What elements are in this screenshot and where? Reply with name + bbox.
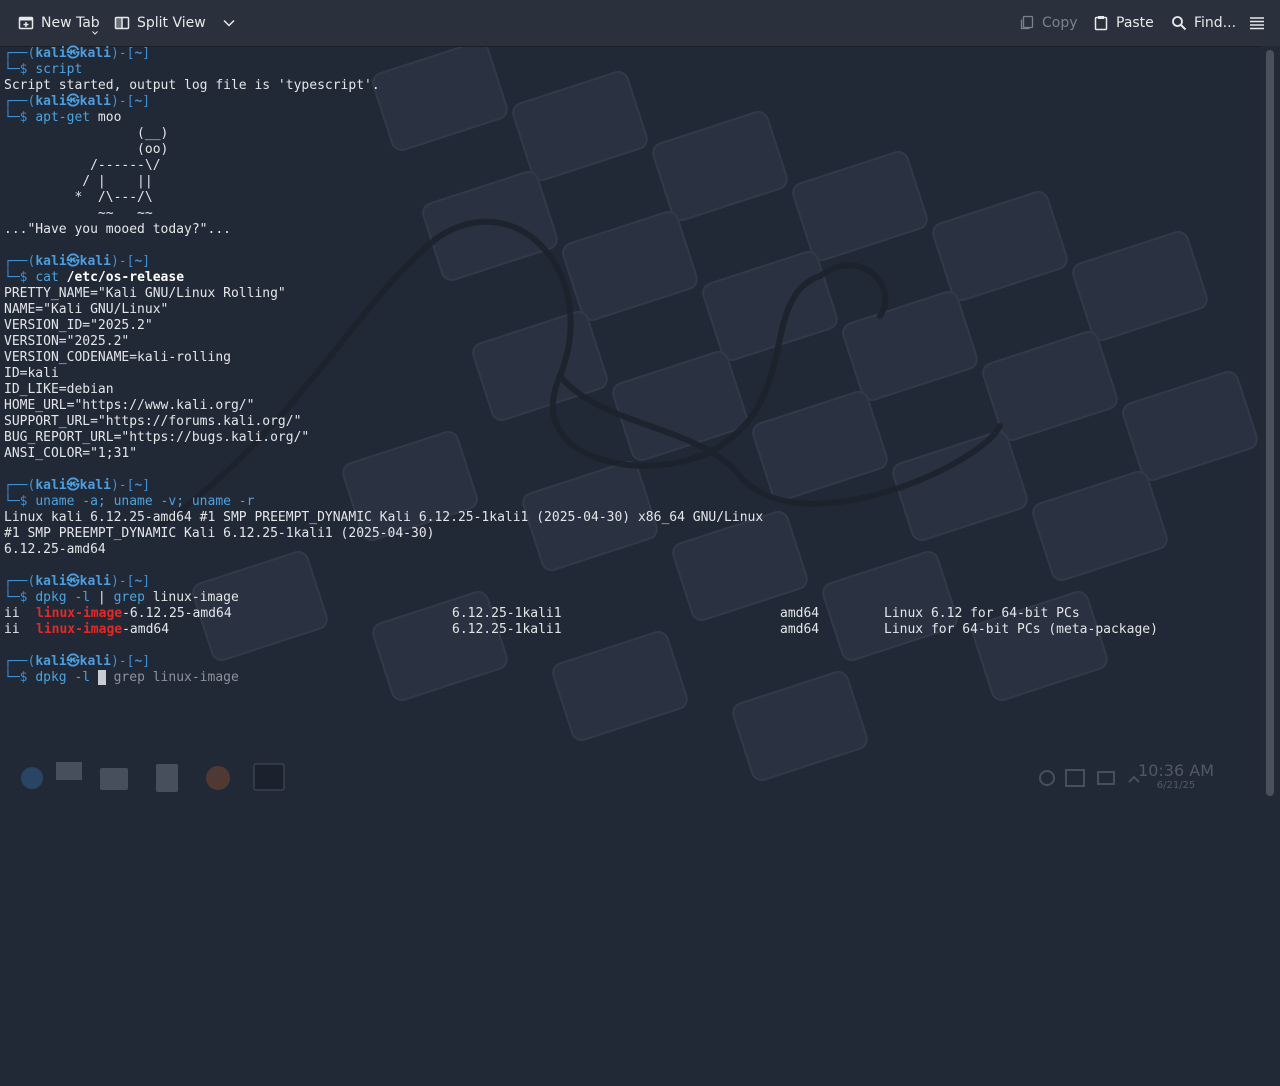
prompt-line: ┌──(kali㉿kali)-[~] — [4, 94, 151, 109]
output-line: NAME="Kali GNU/Linux" — [4, 302, 169, 317]
output-line: VERSION_CODENAME=kali-rolling — [4, 350, 231, 365]
command-line: └─$ dpkg -l | grep linux-image — [4, 590, 239, 605]
output-line: Script started, output log file is 'type… — [4, 78, 380, 93]
output-line: ~~ ~~ — [4, 206, 153, 221]
new-tab-icon — [18, 16, 34, 30]
hamburger-menu-icon — [1250, 17, 1264, 30]
chevron-down-icon[interactable] — [223, 19, 235, 27]
command-line: └─$ script — [4, 62, 83, 77]
editor-icon — [156, 764, 178, 792]
menu-button[interactable] — [1249, 0, 1265, 46]
split-view-icon — [114, 16, 130, 30]
output-line: PRETTY_NAME="Kali GNU/Linux Rolling" — [4, 286, 286, 301]
clock-date: 6/21/25 — [1156, 780, 1196, 791]
new-tab-button[interactable]: New Tab — [18, 0, 100, 46]
package-name: linux-image-6.12.25-amd64 — [36, 606, 232, 621]
window-icon — [1097, 771, 1115, 785]
find-label: Find... — [1194, 15, 1237, 31]
kali-menu-icon — [21, 767, 43, 789]
paste-label: Paste — [1116, 15, 1154, 31]
split-view-button[interactable]: Split View — [114, 0, 235, 46]
prompt-line: ┌──(kali㉿kali)-[~] — [4, 478, 151, 493]
clock-time: 10:36 AM — [1138, 761, 1214, 780]
command-line: └─$ cat /etc/os-release — [4, 270, 185, 285]
output-line: * /\---/\ — [4, 190, 153, 205]
prompt-line: ┌──(kali㉿kali)-[~] — [4, 254, 151, 269]
output-line: ANSI_COLOR="1;31" — [4, 446, 138, 461]
find-button[interactable]: Find... — [1171, 0, 1236, 46]
package-description: Linux for 64-bit PCs (meta-package) — [884, 622, 1158, 637]
copy-icon — [1020, 15, 1034, 30]
package-description: Linux 6.12 for 64-bit PCs — [884, 606, 1080, 621]
taskbar-background: 10:36 AM 6/21/25 — [0, 758, 1260, 800]
output-line: Linux kali 6.12.25-amd64 #1 SMP PREEMPT_… — [4, 510, 764, 525]
package-version: 6.12.25-1kali1 — [452, 622, 562, 637]
package-version: 6.12.25-1kali1 — [452, 606, 562, 621]
prompt-line: ┌──(kali㉿kali)-[~] — [4, 574, 151, 589]
taskbar-clock: 10:36 AM 6/21/25 — [1138, 762, 1214, 792]
display-icon — [1065, 769, 1085, 787]
output-line: ..."Have you mooed today?"... — [4, 222, 231, 237]
folder-icon — [100, 768, 128, 790]
output-line: ID_LIKE=debian — [4, 382, 114, 397]
paste-icon — [1094, 16, 1108, 31]
chevron-down-icon — [92, 31, 98, 35]
package-status: ii — [4, 622, 20, 637]
table-row: ii linux-image-amd64 6.12.25-1kali1 amd6… — [0, 622, 1260, 1006]
paste-button[interactable]: Paste — [1093, 0, 1154, 46]
copy-button[interactable]: Copy — [1019, 0, 1078, 46]
package-status: ii — [4, 606, 20, 621]
current-command-line[interactable]: └─$ dpkg -l | grep linux-image — [4, 670, 239, 686]
prompt-line: ┌──(kali㉿kali)-[~] — [4, 46, 151, 61]
output-line: BUG_REPORT_URL="https://bugs.kali.org/" — [4, 430, 310, 445]
output-line: SUPPORT_URL="https://forums.kali.org/" — [4, 414, 302, 429]
command-line: └─$ apt-get moo — [4, 110, 122, 125]
package-arch: amd64 — [780, 622, 820, 637]
new-tab-label: New Tab — [41, 15, 100, 31]
prompt-line: ┌──(kali㉿kali)-[~] — [4, 654, 151, 669]
command-line: └─$ uname -a; uname -v; uname -r — [4, 494, 255, 509]
firefox-icon — [206, 766, 230, 790]
output-line: HOME_URL="https://www.kali.org/" — [4, 398, 255, 413]
search-icon — [1172, 16, 1187, 31]
text-cursor: | — [97, 670, 106, 685]
scrollbar-thumb[interactable] — [1266, 50, 1274, 796]
output-line: / | || — [4, 174, 153, 189]
output-line: 6.12.25-amd64 — [4, 542, 106, 557]
output-line: VERSION_ID="2025.2" — [4, 318, 153, 333]
terminal-icon — [253, 763, 285, 791]
output-line: VERSION="2025.2" — [4, 334, 130, 349]
copy-label: Copy — [1042, 15, 1078, 31]
settings-icon — [1039, 770, 1055, 786]
output-line: (oo) — [4, 142, 169, 157]
split-view-label: Split View — [137, 15, 206, 31]
output-line: /------\/ — [4, 158, 161, 173]
output-line: ID=kali — [4, 366, 59, 381]
package-arch: amd64 — [780, 606, 820, 621]
output-line: #1 SMP PREEMPT_DYNAMIC Kali 6.12.25-1kal… — [4, 526, 435, 541]
output-line: (__) — [4, 126, 169, 141]
autosuggestion: grep linux-image — [105, 670, 239, 685]
toolbar: New Tab Split View Copy Paste Find... — [0, 0, 1280, 47]
workspace-icon — [56, 762, 82, 780]
package-name: linux-image-amd64 — [36, 622, 170, 637]
terminal-output[interactable]: ┌──(kali㉿kali)-[~] └─$ script Script sta… — [0, 46, 1260, 800]
